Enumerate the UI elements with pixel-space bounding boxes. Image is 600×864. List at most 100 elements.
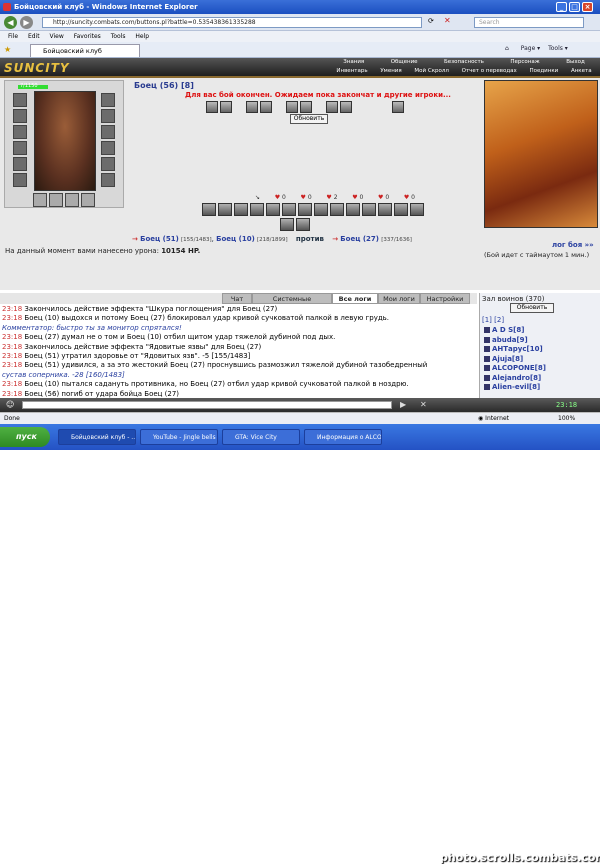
send-icon[interactable]: ▶ — [400, 400, 406, 409]
player-name[interactable]: ALCOPONE[8] — [492, 364, 546, 372]
equipment-slot[interactable] — [13, 109, 27, 123]
smile-icon[interactable]: ☺ — [6, 400, 14, 409]
effect-icon[interactable] — [260, 101, 272, 113]
menu-tools[interactable]: Tools — [111, 33, 126, 40]
nav-security[interactable]: Безопасность — [444, 59, 484, 65]
refresh-fight-button[interactable]: Обновить — [290, 114, 328, 124]
player-item[interactable]: Alien-evil[8] — [484, 383, 599, 393]
home-icon[interactable]: ⌂ — [505, 45, 509, 52]
equipment-slot[interactable] — [33, 193, 47, 207]
equipment-slot[interactable] — [13, 93, 27, 107]
equipment-slot[interactable] — [81, 193, 95, 207]
menu-favorites[interactable]: Favorites — [74, 33, 101, 40]
tab-settings[interactable]: Настройки — [420, 293, 470, 304]
pagination[interactable]: [1] [2] — [482, 316, 504, 324]
search-input[interactable]: Search — [474, 17, 584, 28]
fighter-link[interactable]: Боец (51) — [140, 235, 179, 243]
equipment-slot[interactable] — [101, 173, 115, 187]
player-item[interactable]: A D S[8] — [484, 326, 599, 336]
maximize-button[interactable]: □ — [569, 2, 580, 12]
tab-system[interactable]: Системные сообщения — [252, 293, 332, 314]
chat-input[interactable] — [22, 401, 392, 409]
effect-icon[interactable] — [220, 101, 232, 113]
player-name[interactable]: Ajuja[8] — [492, 355, 523, 363]
browser-tab[interactable]: Бойцовский клуб — [30, 44, 140, 57]
effect-icon[interactable] — [326, 101, 338, 113]
equipment-slot[interactable] — [13, 157, 27, 171]
skill-icon[interactable] — [378, 203, 392, 216]
skill-icon[interactable] — [266, 203, 280, 216]
player-item[interactable]: ALCOPONE[8] — [484, 364, 599, 374]
nav-scroll[interactable]: Мой Скролл — [414, 68, 448, 74]
nav-character[interactable]: Персонаж — [510, 59, 539, 65]
menu-edit[interactable]: Edit — [28, 33, 40, 40]
close-button[interactable]: × — [582, 2, 593, 12]
skill-icon[interactable] — [218, 203, 232, 216]
back-icon[interactable]: ◀ — [4, 16, 17, 29]
refresh-icon[interactable]: ⟳ — [428, 17, 434, 25]
skill-icon[interactable] — [410, 203, 424, 216]
nav-exit[interactable]: Выход — [566, 59, 585, 65]
player-name[interactable]: АНТарус[10] — [492, 345, 543, 353]
player-name[interactable]: Alien-evil[8] — [492, 383, 540, 391]
nav-transfers[interactable]: Отчет о переводах — [462, 68, 517, 74]
refresh-players-button[interactable]: Обновить — [510, 303, 554, 313]
nav-communication[interactable]: Общение — [391, 59, 418, 65]
clear-icon[interactable]: ✕ — [420, 400, 427, 409]
skill-icon[interactable] — [394, 203, 408, 216]
scroll-icon[interactable] — [296, 218, 310, 231]
favorites-star-icon[interactable]: ★ — [4, 45, 11, 54]
tools-menu[interactable]: Tools — [548, 45, 563, 52]
player-item[interactable]: АНТарус[10] — [484, 345, 599, 355]
skill-icon[interactable] — [234, 203, 248, 216]
page-menu[interactable]: Page — [521, 45, 536, 52]
equipment-slot[interactable] — [13, 141, 27, 155]
effect-icon[interactable] — [246, 101, 258, 113]
skill-icon[interactable] — [250, 203, 264, 216]
skill-icon[interactable] — [330, 203, 344, 216]
hero-name[interactable]: Боец (56) [8] — [134, 81, 194, 90]
menu-file[interactable]: File — [8, 33, 18, 40]
fighter-link[interactable]: Боец (10) — [216, 235, 255, 243]
minimize-button[interactable]: _ — [556, 2, 567, 12]
skill-icon[interactable] — [298, 203, 312, 216]
player-item[interactable]: Ajuja[8] — [484, 355, 599, 365]
skill-icon[interactable] — [314, 203, 328, 216]
effect-icon[interactable] — [300, 101, 312, 113]
skill-icon[interactable] — [362, 203, 376, 216]
player-name[interactable]: Alejandro[8] — [492, 374, 541, 382]
stop-icon[interactable]: ✕ — [444, 16, 451, 25]
address-input[interactable]: http://suncity.combats.com/buttons.pl?ba… — [42, 17, 422, 28]
nav-skills[interactable]: Умения — [380, 68, 401, 74]
tab-all-logs[interactable]: Все логи — [332, 293, 378, 304]
nav-profile[interactable]: Анкета — [571, 68, 592, 74]
task-gta[interactable]: GTA: Vice City — [222, 429, 300, 445]
menu-help[interactable]: Help — [135, 33, 149, 40]
task-youtube[interactable]: YouTube - Jingle bells ... — [140, 429, 218, 445]
task-info[interactable]: Информация о ALCO... — [304, 429, 382, 445]
battle-log-link[interactable]: лог боя »» — [552, 241, 594, 249]
tab-chat[interactable]: Чат — [222, 293, 252, 304]
effect-icon[interactable] — [286, 101, 298, 113]
equipment-slot[interactable] — [101, 109, 115, 123]
task-combats[interactable]: Бойцовский клуб - ... — [58, 429, 136, 445]
effect-icon[interactable] — [392, 101, 404, 113]
player-item[interactable]: Alejandro[8] — [484, 374, 599, 384]
player-item[interactable]: abuda[9] — [484, 336, 599, 346]
effect-icon[interactable] — [206, 101, 218, 113]
tab-my-logs[interactable]: Мои логи — [378, 293, 420, 304]
skill-icon[interactable] — [282, 203, 296, 216]
equipment-slot[interactable] — [101, 125, 115, 139]
equipment-slot[interactable] — [101, 157, 115, 171]
player-name[interactable]: abuda[9] — [492, 336, 528, 344]
skill-icon[interactable] — [202, 203, 216, 216]
equipment-slot[interactable] — [101, 141, 115, 155]
player-name[interactable]: A D S[8] — [492, 326, 524, 334]
equipment-slot[interactable] — [65, 193, 79, 207]
start-button[interactable]: пуск — [0, 427, 50, 447]
forward-icon[interactable]: ▶ — [20, 16, 33, 29]
skill-icon[interactable] — [346, 203, 360, 216]
equipment-slot[interactable] — [13, 173, 27, 187]
effect-icon[interactable] — [340, 101, 352, 113]
equipment-slot[interactable] — [13, 125, 27, 139]
